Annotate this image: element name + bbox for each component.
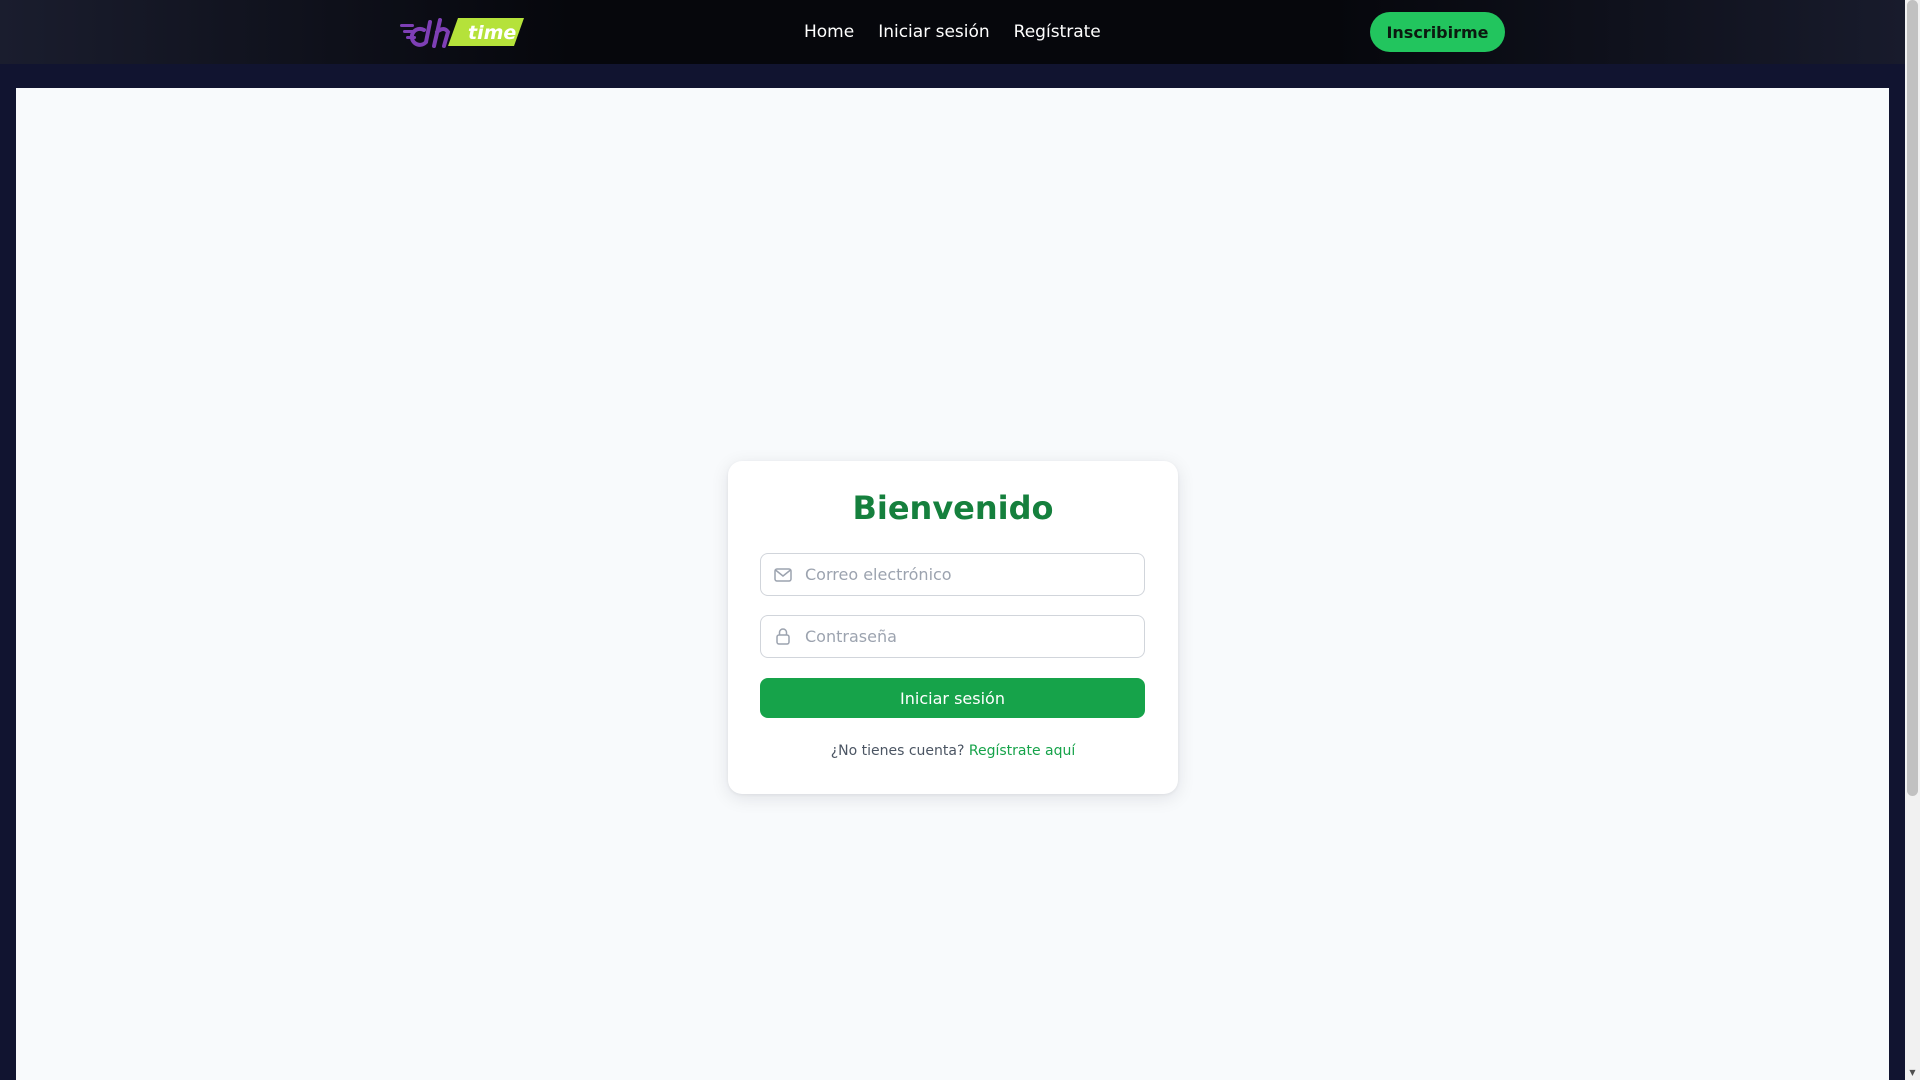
signup-prompt-line: ¿No tienes cuenta? Regístrate aquí <box>728 743 1178 759</box>
brand-logo[interactable]: time <box>400 14 524 50</box>
nav-link-login[interactable]: Iniciar sesión <box>878 22 989 42</box>
enroll-button[interactable]: Inscribirme <box>1370 12 1505 52</box>
signup-link[interactable]: Regístrate aquí <box>969 743 1075 759</box>
page-scrollbar[interactable]: ▼ <box>1905 0 1920 1080</box>
nav-link-register[interactable]: Regístrate <box>1014 22 1101 42</box>
top-navbar: time Home Iniciar sesión Regístrate Insc… <box>0 0 1905 64</box>
password-field[interactable] <box>760 615 1145 658</box>
main-nav: Home Iniciar sesión Regístrate <box>804 0 1101 64</box>
scrollbar-thumb[interactable] <box>1907 0 1918 796</box>
mail-icon <box>761 553 805 596</box>
page-title: Bienvenido <box>852 489 1054 527</box>
logo-letter-h <box>432 18 451 48</box>
page: time Home Iniciar sesión Regístrate Insc… <box>0 0 1920 1080</box>
scroll-down-arrow-icon[interactable]: ▼ <box>1905 1065 1920 1080</box>
password-input[interactable] <box>805 616 1144 657</box>
email-input[interactable] <box>805 554 1144 595</box>
speed-line <box>400 24 414 27</box>
login-button[interactable]: Iniciar sesión <box>760 678 1145 718</box>
email-field[interactable] <box>760 553 1145 596</box>
lock-icon <box>761 615 805 658</box>
logo-text: time <box>468 22 516 44</box>
logo-letter-d <box>409 20 432 47</box>
login-card: Bienvenido Iniciar sesión ¿No tienes cu <box>728 461 1178 794</box>
signup-prompt: ¿No tienes cuenta? <box>830 743 965 759</box>
nav-link-home[interactable]: Home <box>804 22 854 42</box>
